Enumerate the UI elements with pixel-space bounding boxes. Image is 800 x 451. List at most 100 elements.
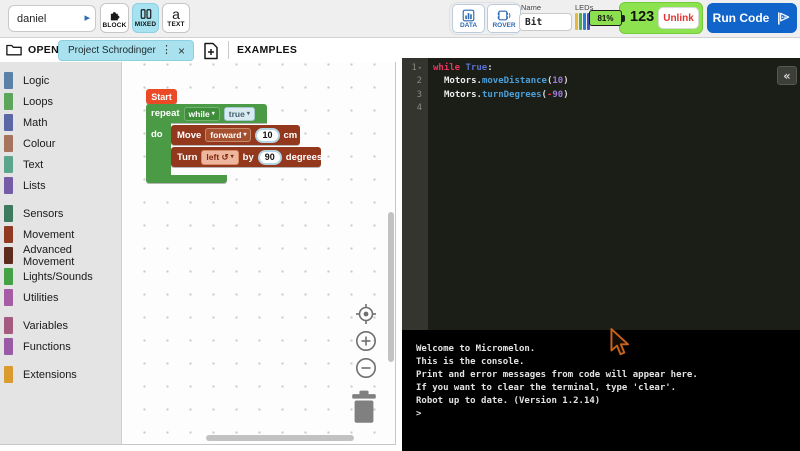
category-sensors[interactable]: Sensors [0,203,121,224]
led-bar [583,13,586,30]
direction-dropdown[interactable]: forward ▾ [205,128,251,142]
mode-block-label: BLOCK [102,22,126,29]
category-lights-sounds[interactable]: Lights/Sounds [0,266,121,287]
fold-icon[interactable]: ▾ [418,64,422,72]
chevron-down-icon: ▾ [247,111,250,117]
category-lists[interactable]: Lists [0,175,121,196]
console-line: Robot up to date. (Version 1.2.14) [416,395,800,408]
zoom-in-button[interactable] [355,330,377,357]
mode-block-button[interactable]: BLOCK [100,3,129,33]
category-color-chip [4,205,13,222]
category-loops[interactable]: Loops [0,91,121,112]
line-number: 1▾ [402,62,428,75]
user-input[interactable] [17,13,84,25]
workspace-vertical-scrollbar[interactable] [388,212,394,362]
code-line-2[interactable]: Motors.moveDistance(10) [428,75,800,88]
turn-block[interactable]: Turn left ↺ ▾ by 90 degrees [171,147,321,167]
chevron-down-icon: ▾ [212,111,215,117]
category-variables[interactable]: Variables [0,315,121,336]
line-number: 3 [402,89,428,102]
line-number: 2 [402,75,428,88]
repeat-while-block[interactable]: repeat while ▾ true ▾ [146,104,267,123]
tab-divider [228,41,229,59]
trash-button[interactable] [349,390,379,429]
category-extensions[interactable]: Extensions [0,364,121,385]
console-prompt[interactable]: > [416,408,800,421]
code-line-4[interactable] [428,102,800,115]
block-canvas[interactable]: Start repeat while ▾ true ▾ do Move forw… [123,62,395,444]
console-line: This is the console. [416,356,800,369]
user-dropdown-icon[interactable]: ▸ [84,13,90,24]
category-color-chip [4,338,13,355]
block-category-sidebar: Logic Loops Math Colour Text Lists Senso… [0,62,122,444]
code-editor[interactable]: 1▾ 2 3 4 while True: Motors.moveDistance… [402,58,800,330]
user-profile-box[interactable]: ▸ [8,5,96,32]
top-toolbar: ▸ BLOCK MIXED a TEXT [0,0,800,38]
open-button[interactable]: OPEN [6,43,59,56]
trash-icon [349,390,379,424]
category-movement[interactable]: Movement [0,224,121,245]
mode-text-button[interactable]: a TEXT [162,3,190,33]
led-bar [579,13,582,30]
category-color-chip [4,247,13,264]
workspace-horizontal-scrollbar[interactable] [206,435,354,441]
tab-menu-icon[interactable]: ⋮ [157,45,176,56]
unlink-button[interactable]: Unlink [658,7,699,29]
puzzle-icon [108,8,121,21]
console-panel[interactable]: Welcome to Micromelon. This is the conso… [402,330,800,451]
open-label: OPEN [28,44,59,56]
flag-icon [776,11,791,26]
code-line-1[interactable]: while True: [428,62,800,75]
data-button[interactable]: DATA [452,4,485,33]
while-dropdown[interactable]: while ▾ [184,107,220,121]
micromelon-ide: ▸ BLOCK MIXED a TEXT [0,0,800,451]
distance-field[interactable]: 10 [255,128,279,143]
line-number: 4 [402,102,428,115]
rover-button-label: ROVER [492,22,515,29]
code-area[interactable]: while True: Motors.moveDistance(10) Moto… [428,62,800,116]
turn-direction-dropdown[interactable]: left ↺ ▾ [201,150,238,165]
category-utilities[interactable]: Utilities [0,287,121,308]
condition-dropdown[interactable]: true ▾ [224,107,255,121]
run-code-label: Run Code [713,11,770,25]
plus-icon [355,330,377,352]
category-text[interactable]: Text [0,154,121,175]
mode-mixed-label: MIXED [135,21,157,28]
tab-title: Project Schrodinger [68,45,157,56]
do-label: do [151,129,163,140]
mode-text-label: TEXT [167,21,184,28]
block-workspace-panel: Logic Loops Math Colour Text Lists Senso… [0,62,396,445]
battery-percent: 81% [597,14,613,23]
rover-button[interactable]: ROVER [487,4,521,33]
collapse-panel-button[interactable]: « [777,66,797,85]
category-color-chip [4,114,13,131]
category-color-chip [4,135,13,152]
category-color-chip [4,268,13,285]
center-view-button[interactable] [355,303,377,330]
tab-project-schrodinger[interactable]: Project Schrodinger ⋮ × [58,40,194,61]
examples-button[interactable]: EXAMPLES [237,44,297,56]
category-advanced-movement[interactable]: Advanced Movement [0,245,121,266]
zoom-out-button[interactable] [355,357,377,384]
code-line-3[interactable]: Motors.turnDegrees(-90) [428,89,800,102]
minus-icon [355,357,377,379]
start-block[interactable]: Start [146,89,177,104]
repeat-block-footer[interactable] [146,175,227,183]
collapse-icon: « [783,70,790,82]
mode-mixed-button[interactable]: MIXED [132,3,159,33]
rover-icon [497,9,511,22]
category-color-chip [4,366,13,383]
category-logic[interactable]: Logic [0,70,121,91]
category-functions[interactable]: Functions [0,336,121,357]
bar-chart-icon [462,9,475,22]
angle-field[interactable]: 90 [258,150,282,165]
tab-close-icon[interactable]: × [176,45,187,57]
new-file-button[interactable] [200,40,222,61]
category-color-chip [4,156,13,173]
category-colour[interactable]: Colour [0,133,121,154]
robot-name-input[interactable] [519,13,572,31]
category-math[interactable]: Math [0,112,121,133]
move-block[interactable]: Move forward ▾ 10 cm [171,125,300,145]
run-code-button[interactable]: Run Code [707,3,797,33]
robot-name-label: Name [521,3,541,12]
